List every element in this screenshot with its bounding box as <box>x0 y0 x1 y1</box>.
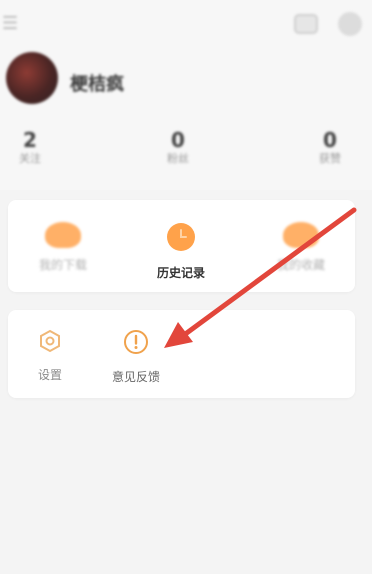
download-icon <box>45 222 81 248</box>
history-item[interactable]: 历史记录 <box>146 222 216 281</box>
settings-shortcut-icon[interactable] <box>338 12 362 36</box>
profile-screen: ☰ 梗桔疯 2 关注 0 粉丝 0 获赞 我的下载 历史记录 我的收藏 设置 意… <box>0 0 372 574</box>
quick-menu-card: 我的下载 历史记录 我的收藏 <box>8 200 355 292</box>
stat-followers[interactable]: 0 粉丝 <box>148 128 208 166</box>
clock-icon <box>146 222 216 256</box>
star-icon <box>283 222 319 248</box>
stat-followers-label: 粉丝 <box>167 152 189 165</box>
tools-card: 设置 意见反馈 <box>8 310 355 398</box>
menu-icon[interactable]: ☰ <box>2 14 20 34</box>
stat-following-label: 关注 <box>19 152 41 165</box>
message-icon[interactable] <box>294 14 318 34</box>
history-label: 历史记录 <box>156 266 205 280</box>
gear-icon <box>28 328 72 358</box>
my-downloads-item[interactable]: 我的下载 <box>28 222 98 273</box>
feedback-icon <box>104 328 168 360</box>
stat-followers-value: 0 <box>171 128 185 152</box>
stat-likes-value: 0 <box>323 128 337 152</box>
my-favorites-label: 我的收藏 <box>276 258 325 272</box>
settings-item[interactable]: 设置 <box>28 328 72 383</box>
feedback-label: 意见反馈 <box>111 370 160 384</box>
stat-following[interactable]: 2 关注 <box>0 128 60 166</box>
stat-likes-label: 获赞 <box>319 152 341 165</box>
settings-label: 设置 <box>37 368 62 382</box>
username[interactable]: 梗桔疯 <box>70 70 124 96</box>
stat-likes[interactable]: 0 获赞 <box>300 128 360 166</box>
my-favorites-item[interactable]: 我的收藏 <box>266 222 336 273</box>
my-downloads-label: 我的下载 <box>38 258 87 272</box>
avatar[interactable] <box>6 52 58 104</box>
feedback-item[interactable]: 意见反馈 <box>104 328 168 385</box>
profile-header: ☰ 梗桔疯 2 关注 0 粉丝 0 获赞 <box>0 0 372 190</box>
stat-following-value: 2 <box>23 128 37 152</box>
